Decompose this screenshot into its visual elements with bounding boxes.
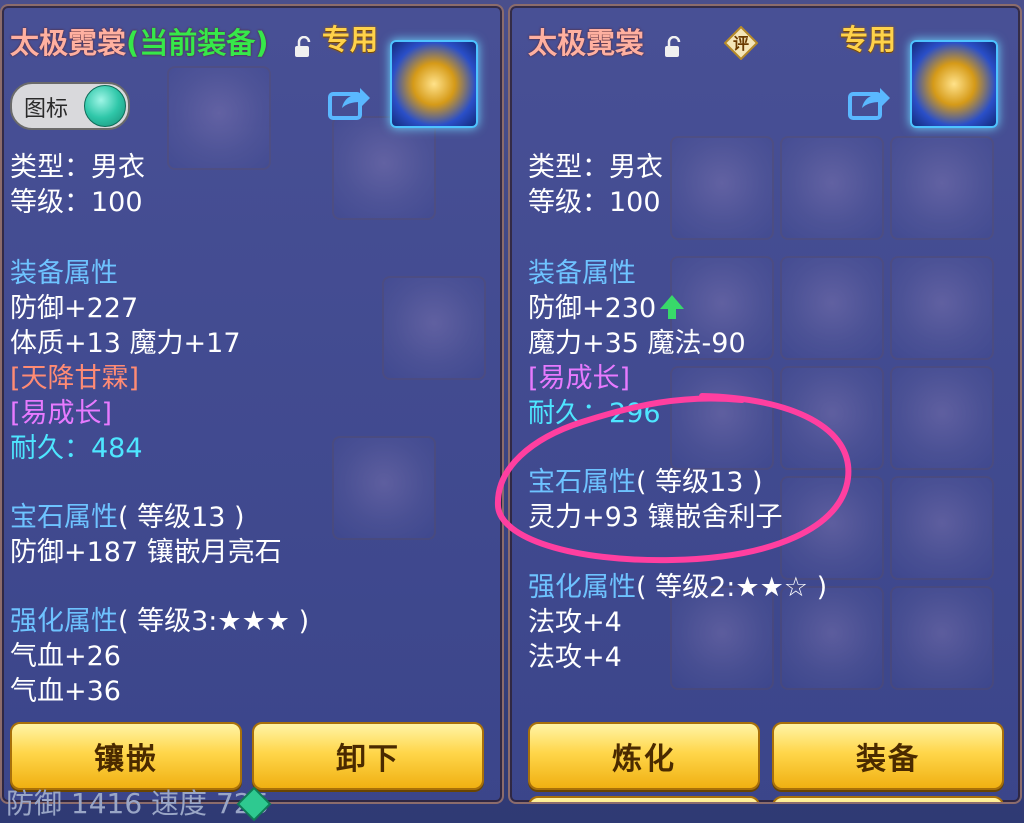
type-line: 类型：男衣 [528, 152, 663, 183]
current-equipment-panel: 太极霓裳(当前装备) 专用 图标 类型：男衣 等级：100 装备属性 防御+22… [0, 4, 504, 804]
equipped-flag: (当前装备) [126, 26, 269, 60]
equipment-avatar-icon [910, 40, 998, 128]
special-trait: [易成长] [10, 398, 113, 429]
stall-button[interactable]: 摆摊 [528, 796, 760, 802]
enhance-line-1: 法攻+4 [528, 607, 622, 638]
equipment-avatar-icon [390, 40, 478, 128]
gem-line: 灵力+93 镶嵌舍利子 [528, 502, 783, 533]
action-button[interactable]: 操作 [772, 796, 1004, 802]
special-trait: [易成长] [528, 363, 631, 394]
lock-open-icon[interactable] [662, 36, 684, 58]
defense-line: 防御+230 [528, 293, 686, 325]
attr-line-1: 防御+227 [10, 293, 139, 324]
special-effect: [天降甘霖] [10, 363, 140, 394]
compare-equipment-panel: 太极霓裳 评 专用 类型：男衣 等级：100 装备属性 防御+230 魔力+35… [508, 4, 1022, 804]
item-title: 太极霓裳 [528, 26, 645, 60]
icon-toggle-label: 图标 [24, 97, 69, 122]
gem-line: 防御+187 镶嵌月亮石 [10, 537, 282, 568]
equip-button[interactable]: 装备 [772, 722, 1004, 790]
enhance-attr-header: 强化属性( 等级3:★★★ ) [10, 606, 310, 637]
unequip-button[interactable]: 卸下 [252, 722, 484, 790]
exclusive-tag: 专用 [322, 23, 379, 56]
footer-stats: 防御 1416 速度 725 [6, 787, 270, 820]
icon-toggle[interactable]: 图标 [10, 82, 130, 130]
level-line: 等级：100 [10, 187, 143, 218]
gem-attr-header: 宝石属性( 等级13 ) [528, 467, 763, 498]
rating-icon[interactable]: 评 [724, 26, 758, 60]
speed-diamond-icon [236, 786, 272, 822]
attr-line-2: 魔力+35 魔法-90 [528, 328, 746, 359]
gem-attr-header: 宝石属性( 等级13 ) [10, 502, 245, 533]
durability: 耐久：484 [10, 433, 143, 464]
enhance-attr-header: 强化属性( 等级2:★★☆ ) [528, 572, 828, 603]
enhance-line-2: 气血+36 [10, 676, 121, 707]
enhance-line-1: 气血+26 [10, 641, 121, 672]
exclusive-tag: 专用 [840, 23, 897, 56]
share-icon[interactable] [328, 84, 372, 120]
toggle-knob [84, 85, 126, 127]
lock-open-icon[interactable] [292, 36, 314, 58]
share-icon[interactable] [848, 84, 892, 120]
type-line: 类型：男衣 [10, 152, 145, 183]
svg-text:评: 评 [733, 34, 749, 53]
enhance-line-2: 法攻+4 [528, 642, 622, 673]
attr-line-2: 体质+13 魔力+17 [10, 328, 241, 359]
item-title: 太极霓裳(当前装备) [10, 26, 269, 60]
equip-attr-header: 装备属性 [528, 258, 636, 289]
durability: 耐久：296 [528, 398, 661, 429]
equip-attr-header: 装备属性 [10, 258, 118, 289]
inlay-button[interactable]: 镶嵌 [10, 722, 242, 790]
up-arrow-icon [660, 295, 685, 319]
level-line: 等级：100 [528, 187, 661, 218]
refine-button[interactable]: 炼化 [528, 722, 760, 790]
